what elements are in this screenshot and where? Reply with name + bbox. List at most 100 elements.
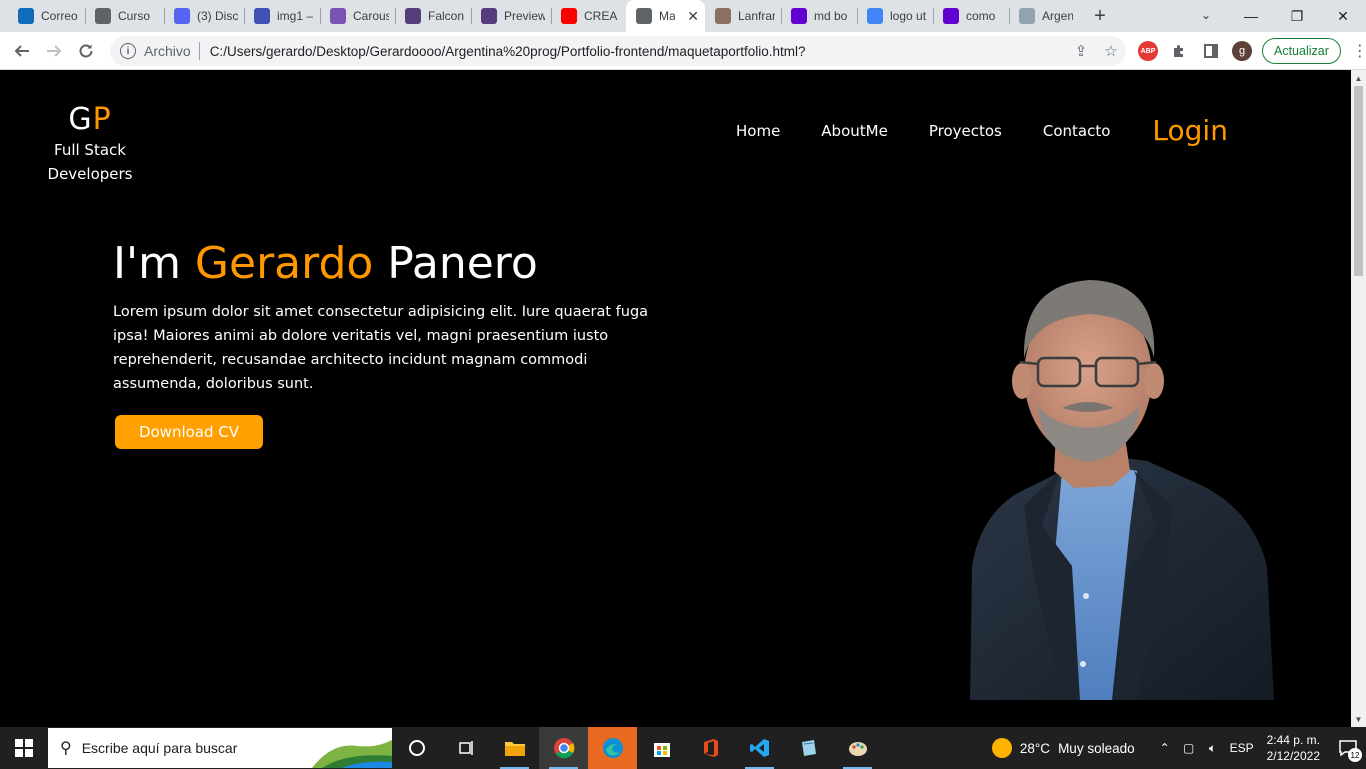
vscode-icon[interactable] <box>735 727 784 769</box>
system-tray: 28°C Muy soleado ⌃ ▢ 🔈︎ ESP 2:44 p. m. 2… <box>991 727 1366 769</box>
language-indicator[interactable]: ESP <box>1225 741 1259 755</box>
tab-title: Preview <box>504 9 545 23</box>
weather-widget[interactable]: 28°C Muy soleado <box>991 738 1135 758</box>
reload-button[interactable] <box>70 35 102 67</box>
tab-search-chevron-icon[interactable]: ⌄ <box>1194 0 1218 30</box>
bird-icon <box>715 8 731 24</box>
taskbar-search-placeholder: Escribe aquí para buscar <box>81 740 238 756</box>
side-panel-icon[interactable] <box>1200 43 1222 59</box>
tab-title: Correo <box>41 9 78 23</box>
window-controls: — ❐ ✕ <box>1228 0 1366 32</box>
site-info-icon[interactable]: i <box>120 43 136 59</box>
profile-photo <box>970 280 1274 700</box>
minimize-button[interactable]: — <box>1228 0 1274 32</box>
browser-tab[interactable]: Falcon <box>395 0 471 32</box>
browser-tab[interactable]: Ma ✕ <box>626 0 705 32</box>
scroll-down-icon[interactable]: ▼ <box>1351 712 1366 726</box>
outlook-icon <box>18 8 34 24</box>
task-view-icon[interactable] <box>441 727 490 769</box>
search-icon: ⚲ <box>60 740 72 757</box>
logo-letter-p: P <box>92 102 112 137</box>
scroll-thumb[interactable] <box>1354 86 1363 276</box>
extensions-puzzle-icon[interactable] <box>1168 43 1190 59</box>
store-icon[interactable] <box>637 727 686 769</box>
edge-taskbar-icon[interactable] <box>588 727 637 769</box>
browser-tab[interactable]: (3) Disc <box>164 0 244 32</box>
download-cv-button[interactable]: Download CV <box>115 415 263 449</box>
share-icon[interactable]: ⇪ <box>1066 42 1096 60</box>
nav-projects[interactable]: Proyectos <box>929 122 1002 140</box>
browser-tab[interactable]: Argent <box>1009 0 1079 32</box>
chrome-taskbar-icon[interactable] <box>539 727 588 769</box>
notification-count: 12 <box>1348 748 1362 762</box>
browser-tab[interactable]: como <box>933 0 1009 32</box>
browser-tab[interactable]: md bo <box>781 0 857 32</box>
nav-about[interactable]: AboutMe <box>821 122 888 140</box>
notepad-icon[interactable] <box>784 727 833 769</box>
office-icon[interactable] <box>686 727 735 769</box>
page-viewport: GP Full Stack Developers Home AboutMe Pr… <box>0 70 1351 727</box>
bootstrap-icon <box>481 8 497 24</box>
address-bar[interactable]: i Archivo C:/Users/gerardo/Desktop/Gerar… <box>110 36 1126 66</box>
clock-time: 2:44 p. m. <box>1266 733 1320 747</box>
browser-toolbar: i Archivo C:/Users/gerardo/Desktop/Gerar… <box>0 32 1366 70</box>
back-button[interactable] <box>6 35 38 67</box>
url-text[interactable]: C:/Users/gerardo/Desktop/Gerardoooo/Arge… <box>210 44 1066 59</box>
nav-login[interactable]: Login <box>1152 114 1228 147</box>
browser-tab[interactable]: Lanfrar <box>705 0 781 32</box>
emblem-icon <box>1019 8 1035 24</box>
nav-home[interactable]: Home <box>736 122 780 140</box>
tab-title: img1 – <box>277 9 314 23</box>
site-logo[interactable]: GP Full Stack Developers <box>40 102 140 186</box>
restore-button[interactable]: ❐ <box>1274 0 1320 32</box>
taskbar-search[interactable]: ⚲ Escribe aquí para buscar <box>48 728 392 768</box>
bootstrap-icon <box>330 8 346 24</box>
forward-button[interactable] <box>38 35 70 67</box>
hero-first-name: Gerardo <box>194 238 374 289</box>
close-tab-icon[interactable]: ✕ <box>687 8 699 25</box>
browser-tab[interactable]: Preview <box>471 0 551 32</box>
divider <box>198 42 200 60</box>
windows-logo-icon <box>15 739 33 757</box>
new-tab-button[interactable]: + <box>1083 0 1117 32</box>
browser-tab[interactable]: Correo <box>8 0 85 32</box>
hero-title: I'm Gerardo Panero <box>113 236 538 292</box>
browser-tab[interactable]: CREA T <box>551 0 626 32</box>
meet-now-icon[interactable]: ▢ <box>1177 741 1201 755</box>
forward-arrow-icon <box>47 44 62 57</box>
nav-contact[interactable]: Contacto <box>1043 122 1111 140</box>
profile-avatar[interactable]: g <box>1232 41 1252 61</box>
hero-prefix: I'm <box>113 238 195 289</box>
paint-icon[interactable] <box>833 727 882 769</box>
page-scrollbar[interactable]: ▲ ▼ <box>1351 70 1366 727</box>
browser-tab[interactable]: Curso <box>85 0 164 32</box>
search-highlight-icon <box>312 740 392 768</box>
reload-icon <box>79 44 93 57</box>
google-icon <box>867 8 883 24</box>
main-nav: Home AboutMe Proyectos Contacto Login <box>736 114 1228 147</box>
tab-title: Curso <box>118 9 151 23</box>
cortana-icon[interactable] <box>392 727 441 769</box>
close-window-button[interactable]: ✕ <box>1320 0 1366 32</box>
volume-icon[interactable]: 🔈︎ <box>1201 741 1225 756</box>
update-button[interactable]: Actualizar <box>1262 38 1341 64</box>
tab-title: como <box>966 9 996 23</box>
show-hidden-icons-chevron-icon[interactable]: ⌃ <box>1153 741 1177 755</box>
file-explorer-icon[interactable] <box>490 727 539 769</box>
tab-title: (3) Disc <box>197 9 238 23</box>
logo-tagline-1: Full Stack <box>54 141 126 159</box>
taskbar-clock[interactable]: 2:44 p. m. 2/12/2022 <box>1267 732 1320 764</box>
logo-mark: GP <box>40 102 140 138</box>
browser-tab[interactable]: logo ut <box>857 0 933 32</box>
scroll-up-icon[interactable]: ▲ <box>1351 71 1366 85</box>
browser-tab[interactable]: img1 – <box>244 0 320 32</box>
notifications-button[interactable]: 12 <box>1330 727 1366 769</box>
browser-tab[interactable]: Carous <box>320 0 395 32</box>
tab-title: Falcon <box>428 9 465 23</box>
start-button[interactable] <box>0 727 48 769</box>
weather-temp: 28°C <box>1019 740 1051 756</box>
tab-title: Ma <box>659 9 676 23</box>
adblock-icon[interactable]: ABP <box>1138 41 1158 61</box>
bookmark-star-icon[interactable]: ☆ <box>1096 42 1126 60</box>
menu-dots-icon[interactable]: ⋮ <box>1351 41 1366 61</box>
